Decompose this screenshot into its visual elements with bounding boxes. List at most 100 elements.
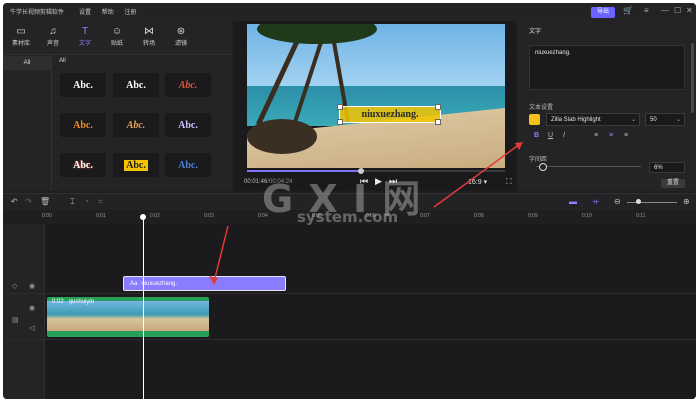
template-label: Abc. <box>124 159 148 171</box>
resize-handle[interactable] <box>435 119 441 125</box>
media-icon: ▭ <box>16 26 26 37</box>
menu-settings[interactable]: 设置 <box>79 10 91 16</box>
text-template[interactable]: Abc. <box>60 73 106 97</box>
template-label: Abc. <box>126 79 146 91</box>
text-template[interactable]: Abc. <box>113 113 159 137</box>
video-frame[interactable]: niuxuezhang. <box>247 24 505 168</box>
asset-tabs: ▭ 素材库 ♫ 声音 T 文字 ☺ 贴纸 ⋈ 转场 ⊛ 滤镜 <box>3 21 232 55</box>
tab-media[interactable]: ▭ 素材库 <box>5 26 37 47</box>
asset-panel: ▭ 素材库 ♫ 声音 T 文字 ☺ 贴纸 ⋈ 转场 ⊛ 滤镜 All All Abc. Ab… <box>3 21 232 191</box>
music-icon: ♫ <box>49 26 57 37</box>
fullscreen-icon[interactable]: ⛶ <box>506 177 512 187</box>
template-label: Abc. <box>73 159 93 171</box>
text-clip-label: niuxuezhang. <box>141 281 178 287</box>
tab-label: 文字 <box>78 41 91 47</box>
tab-transition[interactable]: ⋈ 转场 <box>133 26 165 47</box>
chevron-down-icon: ⌄ <box>675 117 681 123</box>
spacing-value[interactable]: 6% <box>649 162 685 173</box>
watermark-sub: system.com <box>297 208 399 226</box>
template-label: Abc. <box>126 119 146 131</box>
export-button[interactable]: 导出 <box>591 7 615 18</box>
tick-label: 0:01 <box>96 213 106 219</box>
text-settings-label: 文本设置 <box>529 105 554 111</box>
tab-filter[interactable]: ⊛ 滤镜 <box>165 26 197 47</box>
track-headers: ◇ ◉ ▤ ◉ ◁ <box>3 224 45 399</box>
italic-button[interactable]: I <box>563 132 565 139</box>
zoom-out-icon[interactable]: ⊖ <box>614 197 621 206</box>
sticker-icon: ☺ <box>111 26 123 37</box>
split-icon[interactable]: ⌶ <box>70 197 75 207</box>
crop-icon[interactable]: ⌗ <box>98 197 103 207</box>
preview-panel: niuxuezhang. 00:01:46/00:04:24 ⏮ ▶ ⏭ 16:… <box>234 21 516 191</box>
text-template[interactable]: Abc. <box>165 113 211 137</box>
zoom-in-icon[interactable]: ⊕ <box>683 197 690 206</box>
tab-label: 声音 <box>46 41 59 47</box>
tick-label: 0:09 <box>528 213 538 219</box>
cart-icon[interactable]: 🛒 <box>623 6 633 15</box>
category-list: All <box>3 55 52 191</box>
video-clip-info: 0:02 qushuiyin <box>52 299 94 305</box>
reset-button[interactable]: 重置 <box>661 179 685 188</box>
underline-button[interactable]: U <box>548 132 553 139</box>
spacing-slider[interactable] <box>536 166 641 167</box>
minimize-icon[interactable]: — <box>661 6 669 15</box>
align-right-icon[interactable]: ≡ <box>624 132 628 139</box>
category-all[interactable]: All <box>3 56 51 70</box>
align-center-icon[interactable]: ≡ <box>609 132 613 139</box>
tab-text[interactable]: T 文字 <box>69 26 101 47</box>
text-template[interactable]: Abc. <box>165 153 211 177</box>
resize-handle[interactable] <box>337 119 343 125</box>
zoom-slider-knob[interactable] <box>636 199 641 204</box>
text-content-input[interactable]: niuxuezhang. <box>529 45 685 90</box>
delete-icon[interactable]: 🗑 <box>40 197 50 206</box>
content-header: All <box>59 58 66 64</box>
tick-label: 0:03 <box>204 213 214 219</box>
resize-handle[interactable] <box>337 104 343 110</box>
template-label: Abc. <box>178 79 198 91</box>
font-select[interactable]: Zilla Slab Highlight ⌄ <box>546 113 640 126</box>
bold-button[interactable]: B <box>534 132 539 139</box>
text-overlay[interactable]: niuxuezhang. <box>339 106 441 123</box>
text-template[interactable]: Abc. <box>60 113 106 137</box>
zoom-slider[interactable] <box>627 202 677 203</box>
spacing-slider-knob[interactable] <box>539 163 548 171</box>
font-size-select[interactable]: 50 ⌄ <box>645 113 685 126</box>
tab-label: 贴纸 <box>110 41 123 47</box>
menu-help[interactable]: 帮助 <box>102 10 114 16</box>
redo-icon[interactable]: ↷ <box>25 197 32 206</box>
maximize-icon[interactable]: ☐ <box>674 6 681 15</box>
eye-icon[interactable]: ◉ <box>29 282 35 290</box>
volume-icon[interactable]: ◁ <box>29 324 34 332</box>
text-color-swatch[interactable] <box>529 114 540 125</box>
resize-handle[interactable] <box>435 104 441 110</box>
marker-icon[interactable]: ⟛ <box>592 197 599 207</box>
spacing-label: 字间距 <box>529 157 548 163</box>
video-thumbnail <box>101 301 155 331</box>
menu-icon[interactable]: ≡ <box>644 6 649 15</box>
text-icon: T <box>81 26 89 37</box>
filter-icon: ⊛ <box>176 26 186 37</box>
undo-icon[interactable]: ↶ <box>11 197 18 206</box>
eye-icon[interactable]: ◉ <box>29 304 35 312</box>
playhead[interactable] <box>143 216 144 399</box>
aspect-ratio-select[interactable]: 16:9 ▾ <box>468 178 487 186</box>
panel-scrollbar[interactable] <box>691 43 694 113</box>
text-clip[interactable]: Aa niuxuezhang. <box>123 276 286 291</box>
tab-audio[interactable]: ♫ 声音 <box>37 26 69 47</box>
align-left-icon[interactable]: ≡ <box>594 132 598 139</box>
playhead-handle[interactable] <box>140 214 146 220</box>
close-icon[interactable]: ✕ <box>686 6 693 15</box>
tab-sticker[interactable]: ☺ 贴纸 <box>101 26 133 47</box>
text-template[interactable]: Abc. <box>165 73 211 97</box>
video-clip-name: qushuiyin <box>68 299 95 305</box>
tick-label: 0:00 <box>42 213 52 219</box>
video-clip[interactable]: 0:02 qushuiyin <box>47 297 209 337</box>
speed-icon[interactable]: ◔ <box>84 197 89 206</box>
tick-label: 0:11 <box>636 213 646 219</box>
text-template[interactable]: Abc. <box>113 153 159 177</box>
text-template[interactable]: Abc. <box>60 153 106 177</box>
text-template[interactable]: Abc. <box>113 73 159 97</box>
lock-icon[interactable]: ◇ <box>12 282 17 290</box>
menu-register[interactable]: 注册 <box>124 10 136 16</box>
snap-icon[interactable]: ▬ <box>569 197 577 206</box>
